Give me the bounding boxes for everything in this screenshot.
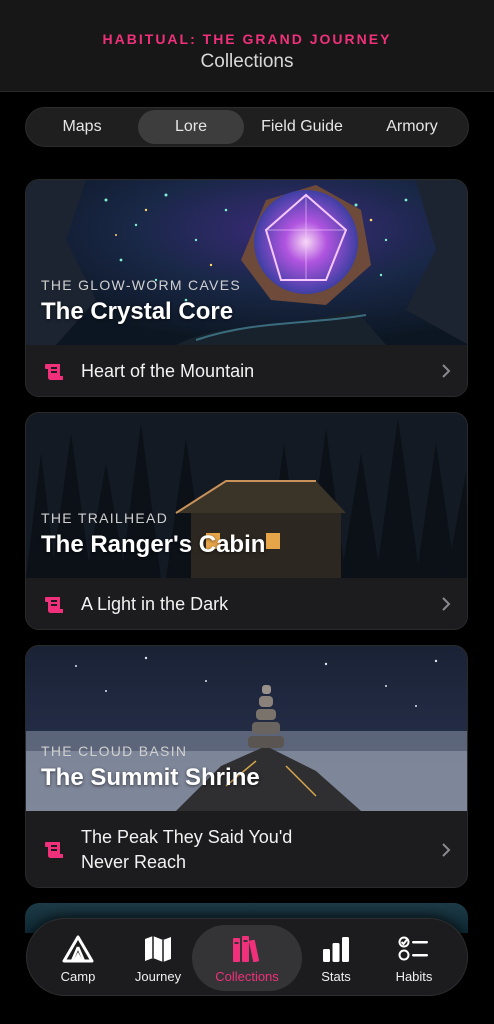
card-caption: THE CLOUD BASIN The Summit Shrine: [41, 743, 260, 792]
bottom-tab-bar: Camp Journey Collections Stats Habits: [26, 918, 468, 996]
scroll-icon: [45, 364, 63, 380]
tent-icon: [62, 935, 94, 963]
header: HABITUAL: THE GRAND JOURNEY Collections: [0, 0, 494, 92]
tab-habits[interactable]: Habits: [371, 925, 457, 991]
segment-maps[interactable]: Maps: [30, 110, 134, 144]
card-location: THE TRAILHEAD: [41, 510, 169, 526]
chevron-right-icon: [442, 364, 451, 378]
card-location: THE GLOW-WORM CAVES: [41, 277, 241, 293]
card-title: The Ranger's Cabin: [41, 531, 266, 558]
lore-card-summit-shrine[interactable]: THE CLOUD BASIN The Summit Shrine The Pe…: [25, 645, 468, 888]
card-title: The Crystal Core: [41, 298, 234, 325]
bar-chart-icon: [323, 937, 349, 962]
tab-journey[interactable]: Journey: [115, 925, 201, 991]
lore-entry-title-line-1: The Peak They Said You'd: [81, 827, 293, 847]
card-title: The Summit Shrine: [41, 764, 260, 791]
collection-segmented-control: Maps Lore Field Guide Armory: [25, 107, 469, 147]
tab-label: Journey: [134, 969, 182, 984]
card-location: THE CLOUD BASIN: [41, 743, 188, 759]
map-icon: [145, 936, 171, 962]
scroll-icon: [45, 842, 63, 858]
segment-armory[interactable]: Armory: [360, 110, 464, 144]
chevron-right-icon: [442, 843, 451, 857]
tab-label: Camp: [60, 969, 96, 984]
tab-label: Collections: [215, 969, 279, 984]
lore-card-rangers-cabin[interactable]: THE TRAILHEAD The Ranger's Cabin A Light…: [25, 412, 468, 630]
tab-label: Stats: [321, 969, 351, 984]
lore-entry-row[interactable]: The Peak They Said You'd Never Reach: [26, 811, 467, 887]
page-title: Collections: [200, 51, 294, 72]
card-caption: THE TRAILHEAD The Ranger's Cabin: [41, 510, 265, 559]
tab-stats[interactable]: Stats: [293, 925, 379, 991]
chevron-right-icon: [442, 597, 451, 611]
tab-label: Habits: [395, 969, 433, 984]
lore-card-crystal-core[interactable]: THE GLOW-WORM CAVES The Crystal Core Hea…: [25, 179, 468, 397]
tab-camp[interactable]: Camp: [35, 925, 121, 991]
card-caption: THE GLOW-WORM CAVES The Crystal Core: [41, 277, 241, 326]
books-icon: [233, 936, 260, 963]
lore-entry-row[interactable]: Heart of the Mountain: [26, 345, 467, 396]
app-name: HABITUAL: THE GRAND JOURNEY: [102, 31, 392, 47]
lore-entry-title: Heart of the Mountain: [81, 361, 255, 381]
tab-collections[interactable]: Collections: [192, 925, 302, 991]
lore-entry-title: The Peak They Said You'd Never Reach: [81, 825, 292, 875]
scroll-icon: [45, 597, 63, 613]
segment-lore[interactable]: Lore: [138, 110, 244, 144]
lore-entry-row[interactable]: A Light in the Dark: [26, 578, 467, 629]
lore-entry-title: A Light in the Dark: [81, 594, 229, 614]
segment-field-guide[interactable]: Field Guide: [248, 110, 356, 144]
checklist-icon: [398, 936, 428, 961]
lore-entry-title-line-2: Never Reach: [81, 852, 187, 872]
